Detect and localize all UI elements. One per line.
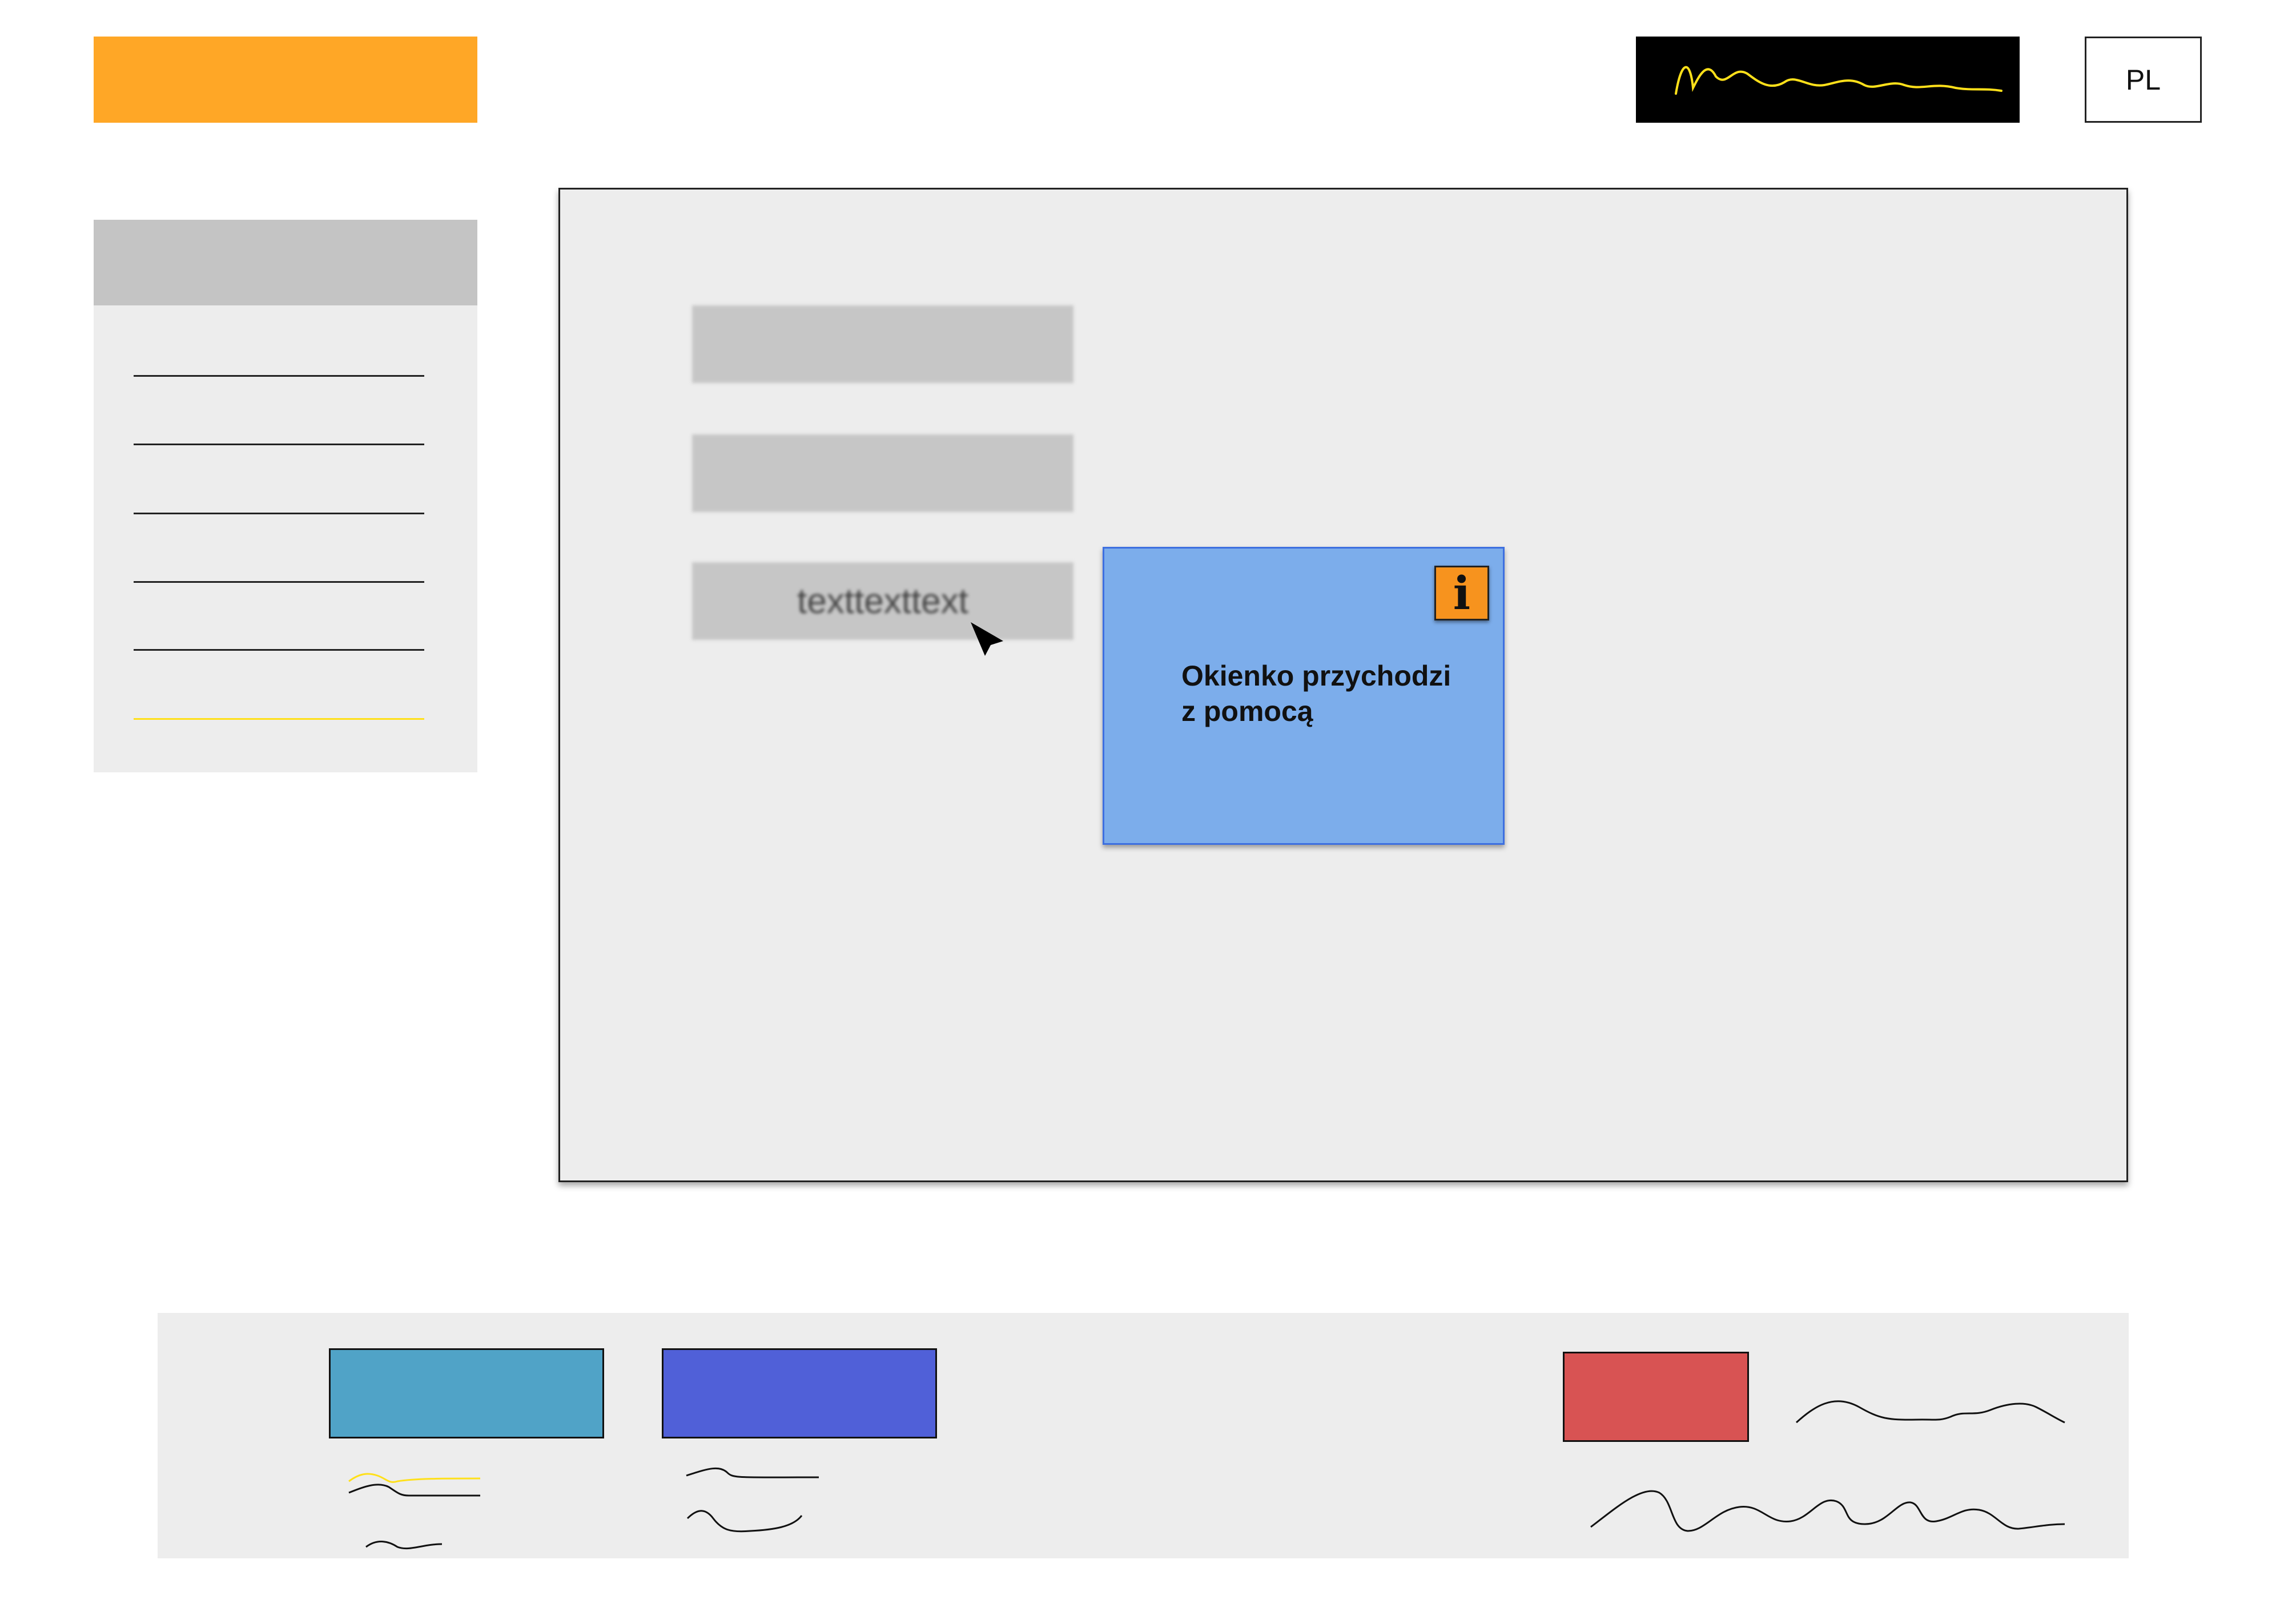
sidebar-item[interactable] [134,375,424,377]
teal-button-caption-scribble [348,1473,481,1550]
blue-button[interactable] [662,1348,937,1438]
mouse-cursor-icon [968,619,1008,659]
red-button-label-scribble [1795,1400,2065,1424]
language-label: PL [2125,63,2161,96]
help-tooltip: i Okienko przychodzi z pomocą [1103,547,1505,845]
sidebar-item[interactable] [134,581,424,583]
footer-description-scribble [1590,1490,2065,1532]
red-button[interactable] [1563,1352,1749,1442]
sidebar-item[interactable] [134,649,424,651]
footer-panel [158,1313,2129,1558]
sidebar-header [94,220,477,305]
form-field-2[interactable] [692,434,1073,512]
tooltip-text: Okienko przychodzi z pomocą [1181,660,1451,727]
sidebar-item-active[interactable] [134,718,424,720]
form-field-1[interactable] [692,305,1073,383]
language-button[interactable]: PL [2085,37,2202,123]
sidebar [94,220,477,772]
form-field-3-text: texttexttext [797,581,968,621]
teal-button[interactable] [329,1348,604,1438]
sidebar-item[interactable] [134,444,424,445]
logo-block[interactable] [94,37,477,123]
sidebar-item[interactable] [134,513,424,514]
blue-button-caption-scribble [686,1467,819,1533]
form-field-3[interactable]: texttexttext [692,562,1073,640]
signature-badge [1636,37,2020,123]
info-icon[interactable]: i [1434,566,1489,620]
